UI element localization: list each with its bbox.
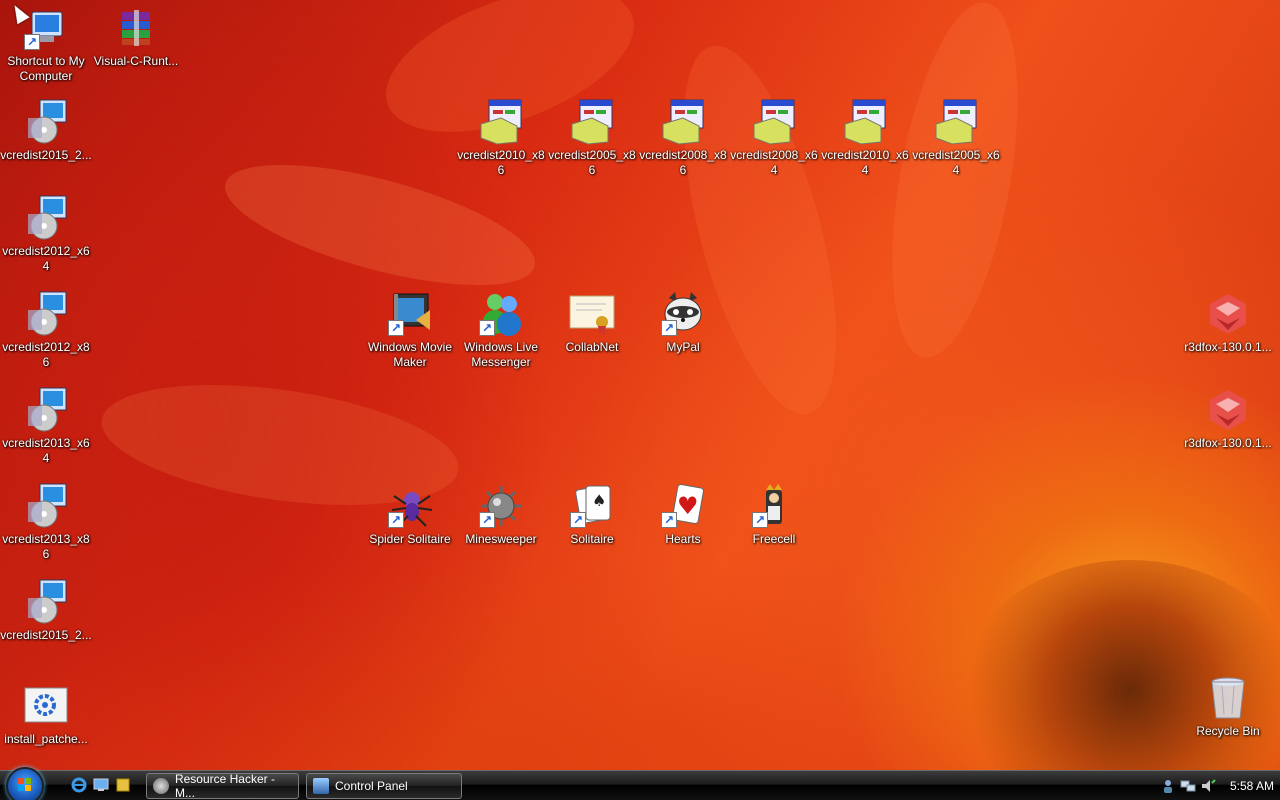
desktop-icon-minesweeper[interactable]: ↗ Minesweeper: [455, 482, 547, 547]
winrar-archive-icon: [112, 4, 160, 52]
film-reel-icon: ↗: [386, 290, 434, 338]
messenger-buddies-icon: ↗: [477, 290, 525, 338]
setup-window-icon: [750, 98, 798, 146]
taskbar: Resource Hacker - M... Control Panel 5:5…: [0, 767, 1280, 800]
desktop-icon-vcredist2010-x86[interactable]: vcredist2010_x86: [455, 98, 547, 178]
gear-script-icon: [22, 682, 70, 730]
shortcut-arrow-icon: ↗: [388, 320, 404, 336]
desktop-icon-windows-movie-maker[interactable]: ↗ Windows Movie Maker: [364, 290, 456, 370]
playing-cards-icon: ♠ ↗: [568, 482, 616, 530]
internet-explorer-icon[interactable]: [70, 776, 88, 794]
recycle-bin-icon: [1204, 674, 1252, 722]
desktop-icon-hearts[interactable]: ♥ ↗ Hearts: [637, 482, 729, 547]
desktop-icon-vcredist2008-x64[interactable]: vcredist2008_x64: [728, 98, 820, 178]
raccoon-browser-icon: ↗: [659, 290, 707, 338]
shortcut-arrow-icon: ↗: [752, 512, 768, 528]
king-card-icon: ↗: [750, 482, 798, 530]
taskbar-button-control-panel[interactable]: Control Panel: [306, 773, 462, 799]
installer-disc-icon: [22, 482, 70, 530]
desktop-icon-install-patches[interactable]: install_patche...: [0, 682, 92, 747]
show-desktop-icon[interactable]: [92, 776, 110, 794]
windows-logo-icon: [18, 778, 32, 792]
setup-window-icon: [568, 98, 616, 146]
svg-text:♠: ♠: [592, 491, 606, 510]
computer-icon: ↗: [22, 4, 70, 52]
desktop-icon-vcredist2005-x64[interactable]: vcredist2005_x64: [910, 98, 1002, 178]
desktop-icon-vcredist2015-b[interactable]: vcredist2015_2...: [0, 578, 92, 643]
taskbar-button-resource-hacker[interactable]: Resource Hacker - M...: [146, 772, 299, 800]
volume-tray-icon[interactable]: [1200, 778, 1216, 794]
desktop-icon-vcredist2010-x64[interactable]: vcredist2010_x64: [819, 98, 911, 178]
start-button[interactable]: [6, 767, 44, 800]
desktop: ↗ Shortcut to My Computer Visual-C-Runt.…: [0, 0, 1280, 770]
spider-icon: ↗: [386, 482, 434, 530]
desktop-icon-spider-solitaire[interactable]: ↗ Spider Solitaire: [364, 482, 456, 547]
setup-window-icon: [477, 98, 525, 146]
installer-disc-icon: [22, 578, 70, 626]
desktop-icon-vcredist2015-a[interactable]: vcredist2015_2...: [0, 98, 92, 163]
svg-text:♥: ♥: [677, 492, 699, 520]
shortcut-arrow-icon: ↗: [661, 320, 677, 336]
heart-card-icon: ♥ ↗: [659, 482, 707, 530]
certificate-icon: [568, 290, 616, 338]
desktop-icon-recycle-bin[interactable]: Recycle Bin: [1182, 674, 1274, 739]
shortcut-arrow-icon: ↗: [661, 512, 677, 528]
installer-disc-icon: [22, 194, 70, 242]
desktop-icon-vcredist2013-x64[interactable]: vcredist2013_x64: [0, 386, 92, 466]
desktop-icon-vcredist2012-x86[interactable]: vcredist2012_x86: [0, 290, 92, 370]
desktop-icon-windows-live-messenger[interactable]: ↗ Windows Live Messenger: [455, 290, 547, 370]
desktop-icon-r3dfox-a[interactable]: r3dfox-130.0.1...: [1182, 290, 1274, 355]
desktop-icon-solitaire[interactable]: ♠ ↗ Solitaire: [546, 482, 638, 547]
installer-disc-icon: [22, 386, 70, 434]
r3dfox-icon: [1204, 290, 1252, 338]
desktop-icon-vcredist2013-x86[interactable]: vcredist2013_x86: [0, 482, 92, 562]
desktop-icon-vcredist2005-x86[interactable]: vcredist2005_x86: [546, 98, 638, 178]
resource-hacker-icon: [153, 778, 169, 794]
user-accounts-tray-icon[interactable]: [1160, 778, 1176, 794]
desktop-icon-vcredist2008-x86[interactable]: vcredist2008_x86: [637, 98, 729, 178]
installer-disc-icon: [22, 98, 70, 146]
installer-disc-icon: [22, 290, 70, 338]
shortcut-arrow-icon: ↗: [388, 512, 404, 528]
desktop-icon-collabnet[interactable]: CollabNet: [546, 290, 638, 355]
setup-window-icon: [659, 98, 707, 146]
shortcut-arrow-icon: ↗: [479, 512, 495, 528]
network-tray-icon[interactable]: [1180, 778, 1196, 794]
setup-window-icon: [932, 98, 980, 146]
desktop-icon-visual-c-runtime[interactable]: Visual-C-Runt...: [90, 4, 182, 69]
system-clock[interactable]: 5:58 AM: [1230, 779, 1274, 793]
switch-windows-icon[interactable]: [114, 776, 132, 794]
shortcut-arrow-icon: ↗: [479, 320, 495, 336]
desktop-icon-r3dfox-b[interactable]: r3dfox-130.0.1...: [1182, 386, 1274, 451]
shortcut-arrow-icon: ↗: [570, 512, 586, 528]
system-tray: 5:58 AM: [1156, 771, 1280, 800]
shortcut-arrow-icon: ↗: [24, 34, 40, 50]
r3dfox-icon: [1204, 386, 1252, 434]
desktop-icon-vcredist2012-x64[interactable]: vcredist2012_x64: [0, 194, 92, 274]
desktop-icon-freecell[interactable]: ↗ Freecell: [728, 482, 820, 547]
setup-window-icon: [841, 98, 889, 146]
desktop-icon-mypal[interactable]: ↗ MyPal: [637, 290, 729, 355]
mine-icon: ↗: [477, 482, 525, 530]
control-panel-icon: [313, 778, 329, 794]
